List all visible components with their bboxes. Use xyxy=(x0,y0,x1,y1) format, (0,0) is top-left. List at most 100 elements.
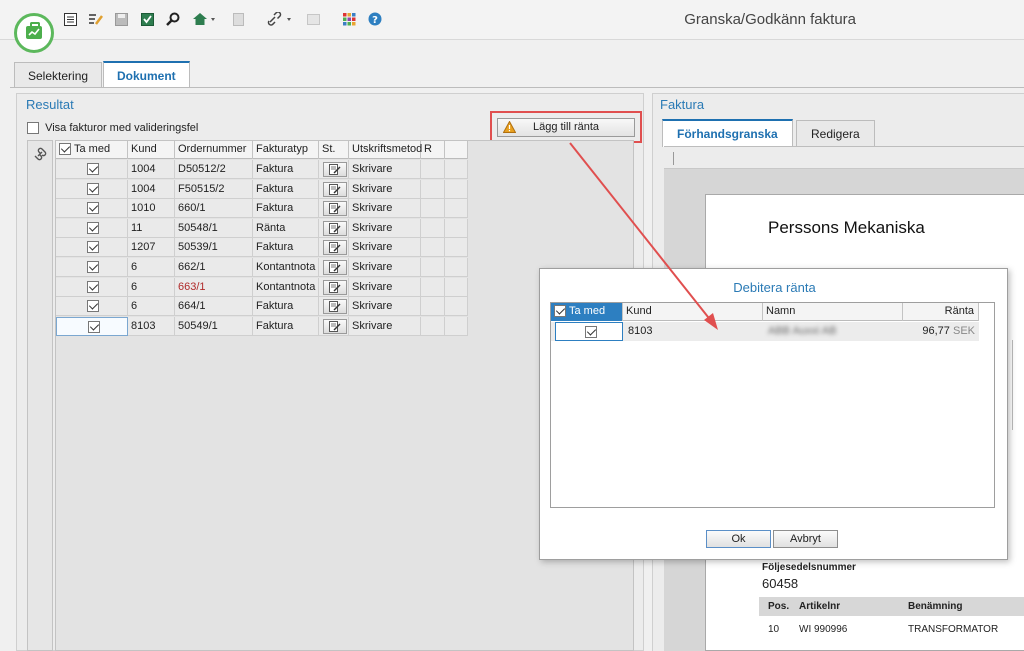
edit-document-icon[interactable] xyxy=(323,220,347,236)
dialog-grid-header: Ta med Kund Namn Ränta xyxy=(551,303,979,321)
row-checkbox[interactable] xyxy=(87,202,99,215)
link-icon[interactable] xyxy=(266,11,294,27)
cell-ordernummer: D50512/2 xyxy=(175,160,253,179)
row-checkbox-cell[interactable] xyxy=(56,160,128,179)
row-checkbox-cell[interactable] xyxy=(56,297,128,317)
tab-preview[interactable]: Förhandsgranska xyxy=(662,119,793,147)
table-row[interactable]: 6 664/1 Faktura Skrivare xyxy=(56,297,468,317)
row-checkbox-cell[interactable] xyxy=(56,277,128,297)
cell-fakturatyp: Kontantnota xyxy=(253,258,319,277)
cell-status[interactable] xyxy=(319,297,349,317)
table-row[interactable]: 1207 50539/1 Faktura Skrivare xyxy=(56,238,468,258)
edit-document-icon[interactable] xyxy=(323,162,347,177)
row-checkbox[interactable] xyxy=(87,163,99,176)
validation-checkbox[interactable] xyxy=(27,122,39,135)
cell-ordernummer: 50549/1 xyxy=(175,316,253,336)
dialog-col-ta-med[interactable]: Ta med xyxy=(551,303,623,321)
top-toolbar: ? Granska/Godkänn faktura xyxy=(0,0,1024,40)
cell-utskriftsmetod: Skrivare xyxy=(349,297,421,317)
dialog-col-ranta[interactable]: Ränta xyxy=(903,303,979,321)
table-row[interactable]: 11 50548/1 Ränta Skrivare xyxy=(56,218,468,238)
cell-status[interactable] xyxy=(319,160,349,179)
row-checkbox[interactable] xyxy=(87,320,100,333)
table-row[interactable]: 8103 50549/1 Faktura Skrivare xyxy=(56,316,468,336)
save-icon[interactable] xyxy=(113,11,129,27)
edit-list-icon[interactable] xyxy=(87,11,103,27)
row-checkbox[interactable] xyxy=(87,261,99,274)
edit-document-icon[interactable] xyxy=(323,201,347,217)
dialog-col-kund[interactable]: Kund xyxy=(623,303,763,321)
cell-status[interactable] xyxy=(319,199,349,219)
row-checkbox-cell[interactable] xyxy=(56,218,128,238)
cell-r xyxy=(421,160,445,179)
list-icon[interactable] xyxy=(62,11,78,27)
cell-extra xyxy=(445,199,468,219)
row-checkbox[interactable] xyxy=(87,300,99,313)
dialog-row-checkbox-cell[interactable] xyxy=(555,322,623,341)
cell-status[interactable] xyxy=(319,316,349,336)
cell-status[interactable] xyxy=(319,218,349,238)
table-row[interactable]: 6 663/1 Kontantnota Skrivare xyxy=(56,277,468,297)
home-icon[interactable] xyxy=(191,11,217,27)
tab-selektering[interactable]: Selektering xyxy=(14,62,103,88)
row-checkbox-cell[interactable] xyxy=(56,258,128,277)
cell-fakturatyp: Faktura xyxy=(253,160,319,179)
col-fakturatyp[interactable]: Fakturatyp xyxy=(253,141,319,159)
apps-grid-icon[interactable] xyxy=(341,11,357,27)
cell-extra xyxy=(445,179,468,199)
dialog-row-checkbox[interactable] xyxy=(584,326,597,339)
help-icon[interactable]: ? xyxy=(367,11,383,27)
select-all-checkbox[interactable] xyxy=(59,143,71,156)
tab-dokument[interactable]: Dokument xyxy=(103,61,190,88)
row-checkbox[interactable] xyxy=(87,280,99,293)
tab-edit[interactable]: Redigera xyxy=(796,120,875,146)
dialog-col-namn[interactable]: Namn xyxy=(763,303,903,321)
edit-document-icon[interactable] xyxy=(323,318,347,334)
cell-status[interactable] xyxy=(319,179,349,199)
cell-status[interactable] xyxy=(319,238,349,258)
dialog-row[interactable]: 8103 ABB Auxxi AB 96,77 SEK xyxy=(551,322,979,341)
chain-link-icon[interactable] xyxy=(33,147,47,164)
search-icon[interactable] xyxy=(165,11,181,27)
row-pos: 10 xyxy=(768,624,780,635)
table-row[interactable]: 1004 F50515/2 Faktura Skrivare xyxy=(56,179,468,199)
row-checkbox-cell[interactable] xyxy=(56,316,128,336)
table-row[interactable]: 6 662/1 Kontantnota Skrivare xyxy=(56,258,468,277)
col-r[interactable]: R xyxy=(421,141,445,159)
edit-document-icon[interactable] xyxy=(323,240,347,256)
edit-document-icon[interactable] xyxy=(323,299,347,315)
col-ta-med[interactable]: Ta med xyxy=(56,141,128,159)
col-status[interactable]: St. xyxy=(319,141,349,159)
edit-document-icon[interactable] xyxy=(323,279,347,295)
cell-kund: 1207 xyxy=(128,238,175,258)
cell-status[interactable] xyxy=(319,277,349,297)
approve-icon[interactable] xyxy=(139,11,155,27)
table-row[interactable]: 1010 660/1 Faktura Skrivare xyxy=(56,199,468,219)
row-checkbox[interactable] xyxy=(87,182,99,195)
edit-document-icon[interactable] xyxy=(323,181,347,197)
cell-fakturatyp: Faktura xyxy=(253,199,319,219)
cell-ordernummer: 50548/1 xyxy=(175,218,253,238)
table-row[interactable]: 1004 D50512/2 Faktura Skrivare xyxy=(56,160,468,179)
cell-utskriftsmetod: Skrivare xyxy=(349,238,421,258)
cell-ordernummer: 660/1 xyxy=(175,199,253,219)
cell-status[interactable] xyxy=(319,258,349,277)
validation-filter[interactable]: Visa fakturor med valideringsfel xyxy=(27,122,198,135)
row-checkbox-cell[interactable] xyxy=(56,179,128,199)
col-kund[interactable]: Kund xyxy=(128,141,175,159)
col-ordernummer[interactable]: Ordernummer xyxy=(175,141,253,159)
edit-document-icon[interactable] xyxy=(323,260,347,275)
cell-extra xyxy=(445,297,468,317)
row-checkbox[interactable] xyxy=(87,241,99,254)
ok-button[interactable]: Ok xyxy=(706,530,771,548)
row-checkbox-cell[interactable] xyxy=(56,199,128,219)
highlight-box xyxy=(490,111,642,143)
cell-fakturatyp: Ränta xyxy=(253,218,319,238)
row-checkbox-cell[interactable] xyxy=(56,238,128,258)
cancel-button[interactable]: Avbryt xyxy=(773,530,838,548)
row-checkbox[interactable] xyxy=(87,221,99,234)
cell-fakturatyp: Faktura xyxy=(253,297,319,317)
dialog-select-all-checkbox[interactable] xyxy=(554,305,566,318)
cell-utskriftsmetod: Skrivare xyxy=(349,277,421,297)
col-utskriftsmetod[interactable]: Utskriftsmetod xyxy=(349,141,422,159)
